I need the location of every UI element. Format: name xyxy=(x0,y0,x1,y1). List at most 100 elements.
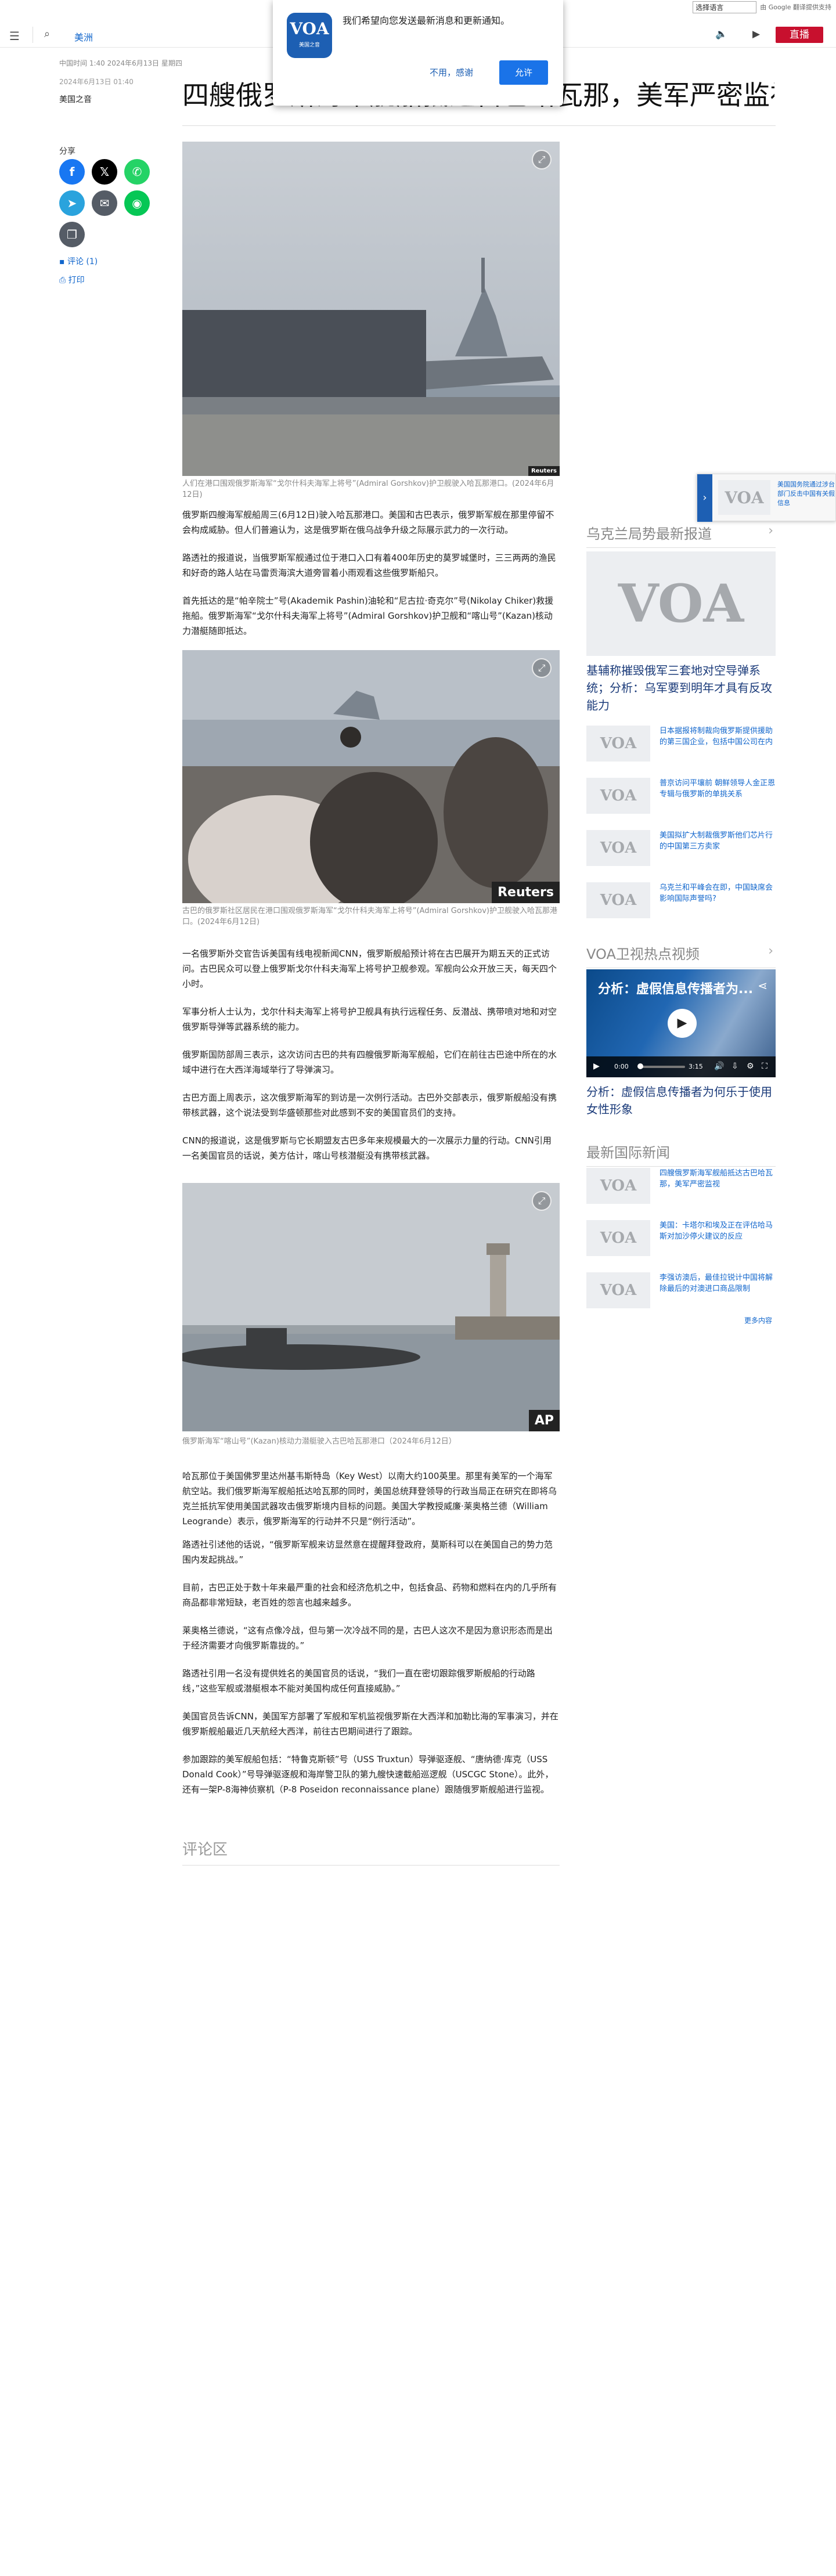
google-translate-bar: 选择语言 由 Google 翻译提供支持 xyxy=(693,0,836,14)
sidebar-heading-label: 乌克兰局势最新报道 xyxy=(586,526,712,542)
list-item-link[interactable]: 美国拟扩大制裁俄罗斯他们芯片行的中国第三方卖家 xyxy=(660,830,776,852)
dateline: 中国时间 1:40 2024年6月13日 星期四 xyxy=(59,59,182,67)
settings-icon[interactable]: ⚙ xyxy=(747,1062,754,1071)
video-controls: ▶ 0:00 3:15 🔊 ⇩ ⚙ ⛶ xyxy=(586,1056,776,1077)
video-duration: 3:15 xyxy=(689,1063,703,1070)
video-caption[interactable]: 分析：虚假信息传播者为何乐于使用女性形象 xyxy=(586,1083,776,1118)
article-paragraph: 路透社引述他的话说，“俄罗斯军舰来访显然意在提醒拜登政府，莫斯科可以在美国自己的… xyxy=(182,1539,553,1565)
article-paragraph: 哈瓦那位于美国佛罗里达州基韦斯特岛（Key West）以南大约100英里。那里有… xyxy=(182,1471,557,1527)
comment-icon: ▪ xyxy=(59,257,67,266)
video-title: 分析：虚假信息传播者为... xyxy=(598,982,754,997)
article-image[interactable]: ⤢ Reuters xyxy=(182,650,560,903)
sidebar-heading[interactable]: 乌克兰局势最新报道 › xyxy=(586,522,776,548)
article-meta: 2024年6月13日 01:40 美国之音 分享 f 𝕏 ✆ ➤ ✉ ◉ ❐ ▪… xyxy=(59,77,158,285)
article-paragraph: 首先抵达的是“帕辛院士”号(Akademik Pashin)油轮和“尼古拉·奇克… xyxy=(182,596,554,636)
download-icon[interactable]: ⇩ xyxy=(732,1062,738,1071)
email-icon[interactable]: ✉ xyxy=(92,190,117,216)
live-button[interactable]: 直播 xyxy=(776,27,823,43)
list-item-link[interactable]: 乌克兰和平峰会在即，中国缺席会影响国际声誉吗? xyxy=(660,882,776,904)
play-icon[interactable]: ▶ xyxy=(668,1009,697,1038)
list-item-link[interactable]: 美国：卡塔尔和埃及正在评估哈马斯对加沙停火建议的反应 xyxy=(660,1220,776,1242)
video-progress-track[interactable] xyxy=(639,1066,685,1068)
chevron-right-icon[interactable]: › xyxy=(697,474,712,522)
share-label: 分享 xyxy=(59,147,75,156)
line-icon[interactable]: ◉ xyxy=(124,190,150,216)
video-camera-icon[interactable]: ▶ xyxy=(752,28,760,40)
deny-button[interactable]: 不用，感谢 xyxy=(430,66,473,78)
play-control-icon[interactable]: ▶ xyxy=(593,1062,600,1071)
language-select[interactable]: 选择语言 xyxy=(693,1,757,13)
list-item-link[interactable]: 普京访问平壤前 朝鲜领导人金正恩专辑与俄罗斯的单挑关系 xyxy=(660,778,776,800)
translate-powered-by: 由 Google 翻译提供支持 xyxy=(760,3,831,11)
title-divider xyxy=(182,125,776,126)
article-paragraph: 一名俄罗斯外交官告诉美国有线电视新闻CNN，俄罗斯舰船预计将在古巴展开为期五天的… xyxy=(182,948,557,989)
hero-image-graphic xyxy=(182,142,560,476)
list-thumbnail[interactable]: VOA xyxy=(586,726,650,762)
facebook-icon[interactable]: f xyxy=(59,159,85,185)
sidebar-heading[interactable]: 最新国际新闻 xyxy=(586,1141,776,1167)
speaker-icon[interactable]: 🔈 xyxy=(715,28,727,40)
article-paragraph: 俄罗斯国防部周三表示，这次访问古巴的共有四艘俄罗斯海军舰船，它们在前往古巴途中所… xyxy=(182,1049,557,1075)
fullscreen-icon[interactable]: ⛶ xyxy=(762,1062,767,1071)
video-current-time: 0:00 xyxy=(614,1063,629,1070)
promo-text: 美国国务院通过涉台部门反击中国有关假信息 xyxy=(777,481,835,507)
floating-promo[interactable]: › VOA 美国国务院通过涉台部门反击中国有关假信息 xyxy=(697,474,836,522)
image-credit: Reuters xyxy=(492,882,560,903)
video-player[interactable]: 分析：虚假信息传播者为... ⋖ ▶ ▶ 0:00 3:15 🔊 ⇩ ⚙ ⛶ xyxy=(586,969,776,1077)
telegram-icon[interactable]: ➤ xyxy=(59,190,85,216)
section-link[interactable]: 美洲 xyxy=(74,30,93,44)
feature-image[interactable]: VOA xyxy=(586,551,776,656)
expand-icon[interactable]: ⤢ xyxy=(532,658,552,678)
chevron-right-icon: › xyxy=(768,524,773,538)
list-thumbnail[interactable]: VOA xyxy=(586,1272,650,1308)
print-link[interactable]: ⎙ 打印 xyxy=(59,274,85,286)
article-image[interactable]: ⤢ AP xyxy=(182,1183,560,1431)
sidebar-heading[interactable]: VOA卫视热点视频 › xyxy=(586,943,776,968)
article-paragraph: 军事分析人士认为，戈尔什科夫海军上将号护卫舰具有执行远程任务、反潜战、携带喷对地… xyxy=(182,1006,557,1032)
voa-logo-thumbnail: VOA xyxy=(718,480,770,515)
share-icon[interactable]: ⋖ xyxy=(758,979,767,993)
image-caption: 俄罗斯海军“喀山号”(Kazan)核动力潜艇驶入古巴哈瓦那港口（2024年6月1… xyxy=(182,1437,456,1446)
chevron-right-icon: › xyxy=(768,944,773,958)
list-thumbnail[interactable]: VOA xyxy=(586,1220,650,1256)
list-thumbnail[interactable]: VOA xyxy=(586,882,650,918)
image-caption: 人们在港口围观俄罗斯海军“戈尔什科夫海军上将号”(Admiral Gorshko… xyxy=(182,479,554,499)
menu-icon[interactable]: ☰ xyxy=(9,29,20,43)
publish-date: 2024年6月13日 01:40 xyxy=(59,78,134,86)
expand-icon[interactable]: ⤢ xyxy=(532,1191,552,1211)
article-paragraph: 俄罗斯四艘海军舰船周三(6月12日)驶入哈瓦那港口。美国和古巴表示，俄罗斯军舰在… xyxy=(182,510,554,535)
hero-image[interactable]: ⤢ Reuters xyxy=(182,142,560,476)
article-paragraph: 莱奥格兰德说，“这有点像冷战，但与第一次冷战不同的是，古巴人这次不是因为意识形态… xyxy=(182,1625,553,1651)
feature-headline[interactable]: 基辅称摧毁俄军三套地对空导弹系统；分析：乌军要到明年才具有反攻能力 xyxy=(586,662,776,714)
list-thumbnail[interactable]: VOA xyxy=(586,1168,650,1204)
x-twitter-icon[interactable]: 𝕏 xyxy=(92,159,117,185)
article-image-graphic xyxy=(182,1183,560,1431)
volume-icon[interactable]: 🔊 xyxy=(714,1062,724,1071)
image-credit: AP xyxy=(528,1410,560,1431)
list-thumbnail[interactable]: VOA xyxy=(586,778,650,814)
expand-icon[interactable]: ⤢ xyxy=(532,150,552,169)
comments-link-label: 评论 (1) xyxy=(67,257,98,266)
search-icon[interactable]: ⌕ xyxy=(44,28,50,40)
article-paragraph: 古巴方面上周表示，这次俄罗斯海军的到访是一次例行活动。古巴外交部表示，俄罗斯舰船… xyxy=(182,1092,557,1118)
sidebar-heading-label: VOA卫视热点视频 xyxy=(586,946,700,962)
notification-prompt: VOA 美国之音 我们希望向您发送最新消息和更新通知。 不用，感谢 允许 xyxy=(273,0,563,106)
list-item-link[interactable]: 李强访澳后，最佳拉锐计中国将解除最后的对澳进口商品限制 xyxy=(660,1272,776,1294)
comments-link[interactable]: ▪ 评论 (1) xyxy=(59,255,98,267)
list-thumbnail[interactable]: VOA xyxy=(586,830,650,866)
image-caption: 古巴的俄罗斯社区居民在港口围观俄罗斯海军“戈尔什科夫海军上将号”(Admiral… xyxy=(182,907,557,926)
video-progress-knob[interactable] xyxy=(637,1063,643,1069)
sidebar-heading-label: 最新国际新闻 xyxy=(586,1145,670,1161)
article-paragraph: 路透社引用一名没有提供姓名的美国官员的话说，“我们一直在密切跟踪俄罗斯舰船的行动… xyxy=(182,1668,535,1694)
copy-link-icon[interactable]: ❐ xyxy=(59,222,85,247)
article-paragraph: CNN的报道说，这是俄罗斯与它长期盟友古巴多年来规模最大的一次展示力量的行动。C… xyxy=(182,1135,552,1161)
more-link[interactable]: 更多内容 xyxy=(744,1315,772,1325)
byline: 美国之音 xyxy=(59,95,92,104)
list-item-link[interactable]: 日本据报将制裁向俄罗斯提供援助的第三国企业，包括中国公司在内 xyxy=(660,726,776,748)
voa-app-logo: VOA 美国之音 xyxy=(287,13,332,58)
allow-button[interactable]: 允许 xyxy=(499,60,548,85)
article-paragraph: 美国官员告诉CNN，美国军方部署了军舰和军机监视俄罗斯在大西洋和加勒比海的军事演… xyxy=(182,1711,558,1737)
image-credit: Reuters xyxy=(528,466,560,476)
whatsapp-icon[interactable]: ✆ xyxy=(124,159,150,185)
list-item-link[interactable]: 四艘俄罗斯海军舰船抵达古巴哈瓦那，美军严密监视 xyxy=(660,1168,776,1190)
